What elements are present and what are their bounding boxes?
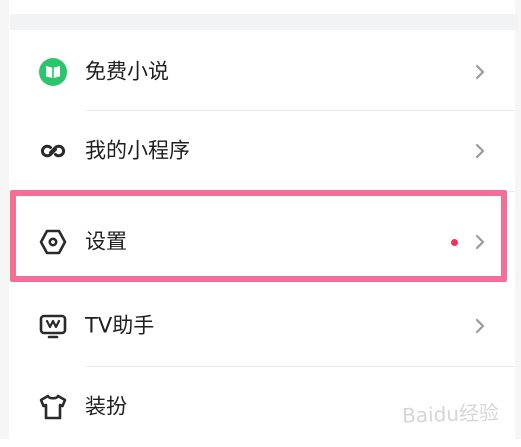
menu-item-label: 装扮 — [85, 394, 127, 419]
settings-hexagon-icon — [39, 229, 67, 255]
watermark-text: Baidu经验 — [401, 400, 500, 428]
menu-item-label: 我的小程序 — [85, 138, 190, 163]
book-icon — [39, 58, 67, 86]
notification-dot — [451, 239, 458, 246]
menu-item-label: TV助手 — [85, 313, 155, 338]
menu-item-label: 免费小说 — [85, 59, 169, 84]
mini-program-icon — [40, 144, 66, 158]
chevron-right-icon — [475, 143, 485, 159]
section-gap — [10, 14, 518, 30]
menu-item-mini-programs[interactable]: 我的小程序 — [9, 111, 515, 191]
menu-item-label: 设置 — [85, 229, 127, 254]
menu-item-tv-assistant[interactable]: TV助手 — [9, 286, 515, 366]
tv-assistant-icon — [39, 314, 67, 339]
chevron-right-icon — [475, 234, 485, 250]
left-edge — [0, 0, 9, 439]
chevron-right-icon — [475, 64, 485, 80]
right-edge — [515, 0, 521, 439]
settings-menu: 免费小说 我的小程序 设置 TV助手 装扮 — [9, 30, 515, 439]
tshirt-icon — [39, 394, 67, 420]
chevron-right-icon — [475, 318, 485, 334]
divider — [85, 191, 515, 192]
menu-item-settings[interactable]: 设置 — [9, 202, 515, 282]
watermark: Baidu经验 — [402, 396, 500, 428]
menu-item-free-novels[interactable]: 免费小说 — [9, 32, 515, 112]
